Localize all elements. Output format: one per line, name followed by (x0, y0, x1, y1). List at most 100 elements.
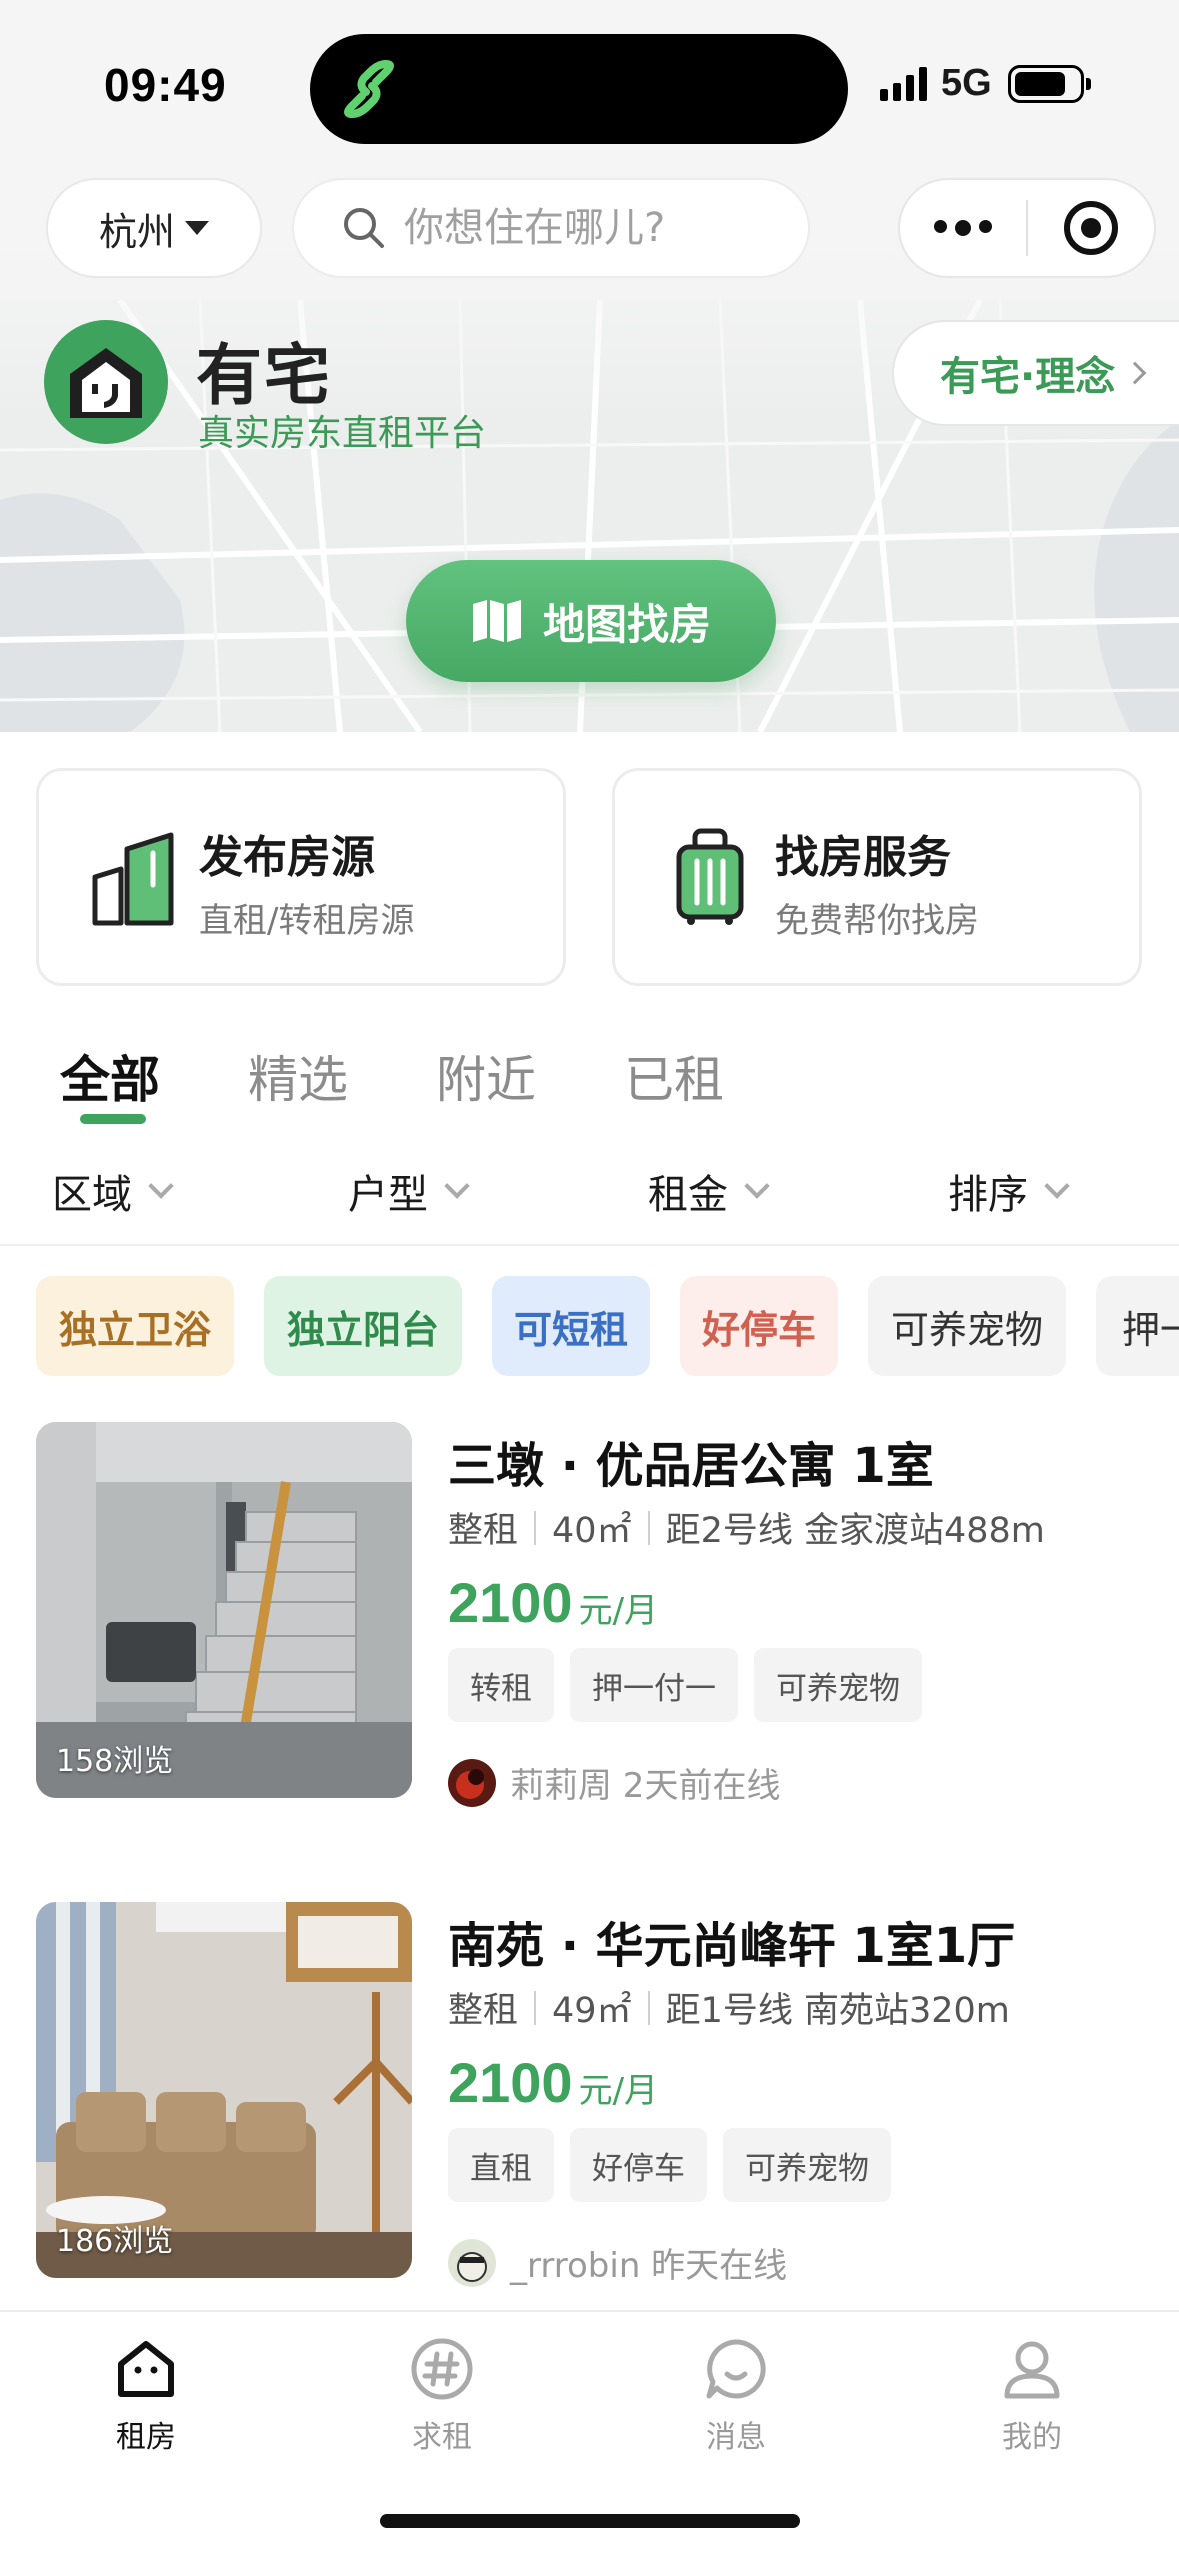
metro-distance: 距1号线 南苑站320m (665, 1991, 1010, 2031)
listing-tags: 转租 押一付一 可养宠物 (448, 1648, 922, 1722)
chip-private-balcony[interactable]: 独立阳台 (264, 1276, 462, 1376)
filter-area[interactable]: 区域 (52, 1162, 174, 1220)
battery-icon (1007, 64, 1091, 103)
listing-tag: 可养宠物 (723, 2128, 891, 2202)
service-title: 找房服务 (775, 832, 951, 883)
more-icon[interactable] (900, 220, 1026, 236)
listing-card[interactable]: 158浏览 三墩 · 优品居公寓 1室 整租 40㎡ 距2号线 金家渡站488m… (0, 1422, 1179, 1822)
filter-layout[interactable]: 户型 (348, 1162, 470, 1220)
home-indicator (380, 2514, 800, 2528)
listing-area: 40㎡ (552, 1511, 632, 1551)
filter-bar: 区域 户型 租金 排序 (0, 1148, 1179, 1242)
listing-title: 三墩 · 优品居公寓 1室 (448, 1438, 934, 1494)
listing-meta: 整租 49㎡ 距1号线 南苑站320m (448, 1982, 1010, 2033)
find-house-service-card[interactable]: 找房服务 免费帮你找房 (612, 768, 1142, 986)
concept-button[interactable]: 有宅·理念 (892, 320, 1179, 426)
status-time: 09:49 (104, 59, 227, 111)
feature-chip-row: 独立卫浴 独立阳台 可短租 好停车 可养宠物 押一 (36, 1276, 1179, 1376)
listing-photo: 158浏览 (36, 1422, 412, 1798)
rent-type: 整租 (448, 1991, 519, 2031)
listing-price: 2100 元/月 (448, 1570, 658, 1635)
tabbar-wanted[interactable]: 求租 (362, 2336, 522, 2456)
tabbar-label: 消息 (706, 2420, 766, 2455)
concept-label: 有宅·理念 (940, 354, 1116, 400)
chip-short-term[interactable]: 可短租 (492, 1276, 650, 1376)
listing-area: 49㎡ (552, 1991, 632, 2031)
suitcase-icon (676, 828, 744, 925)
chip-pets-allowed[interactable]: 可养宠物 (868, 1276, 1066, 1376)
view-count: 186浏览 (56, 2224, 174, 2259)
tab-label: 附近 (436, 1051, 536, 1109)
tabbar-label: 求租 (412, 2420, 472, 2455)
search-icon (344, 208, 384, 248)
brand-logo (44, 320, 168, 444)
house-logo-icon (70, 348, 142, 418)
landlord-info: _rrrobin 昨天在线 (448, 2238, 787, 2287)
landlord-status: 莉莉周 2天前在线 (510, 1766, 781, 1806)
divider (0, 1244, 1179, 1246)
chip-private-bathroom[interactable]: 独立卫浴 (36, 1276, 234, 1376)
search-bar[interactable] (292, 178, 810, 278)
close-target-icon[interactable] (1028, 201, 1154, 255)
signal-icon (880, 66, 927, 101)
avatar (448, 1758, 496, 1807)
link-icon (344, 59, 394, 119)
building-icon (92, 832, 174, 926)
person-icon (1004, 2341, 1060, 2399)
map-search-button[interactable]: 地图找房 (406, 560, 776, 682)
chip-deposit[interactable]: 押一 (1096, 1276, 1179, 1376)
price-unit: 元/月 (578, 2071, 659, 2111)
city-selector[interactable]: 杭州 (46, 178, 262, 278)
filter-label: 区域 (52, 1172, 132, 1218)
chevron-down-icon (744, 1173, 770, 1199)
tab-label: 精选 (248, 1051, 348, 1109)
rent-type: 整租 (448, 1511, 519, 1551)
filter-label: 租金 (648, 1172, 728, 1218)
chevron-down-icon (1044, 1173, 1070, 1199)
listing-card[interactable]: 186浏览 南苑 · 华元尚峰轩 1室1厅 整租 49㎡ 距1号线 南苑站320… (0, 1902, 1179, 2302)
chip-parking[interactable]: 好停车 (680, 1276, 838, 1376)
filter-sort[interactable]: 排序 (948, 1162, 1070, 1220)
listing-title: 南苑 · 华元尚峰轩 1室1厅 (448, 1918, 1016, 1974)
tabbar-rent[interactable]: 租房 (66, 2336, 226, 2456)
service-subtitle: 直租/转租房源 (199, 901, 415, 941)
active-tab-indicator (80, 1114, 146, 1124)
chevron-down-icon (148, 1173, 174, 1199)
tab-all[interactable]: 全部 (60, 1040, 160, 1124)
search-input[interactable] (404, 205, 784, 251)
filter-label: 排序 (948, 1172, 1028, 1218)
tabbar-profile[interactable]: 我的 (952, 2336, 1112, 2456)
metro-distance: 距2号线 金家渡站488m (665, 1511, 1045, 1551)
tab-label: 已租 (624, 1051, 724, 1109)
category-tabs: 全部 精选 附近 已租 (60, 1040, 724, 1124)
city-label: 杭州 (98, 209, 175, 254)
caret-down-icon (185, 221, 209, 235)
tab-featured[interactable]: 精选 (248, 1040, 348, 1112)
tabbar-label: 租房 (116, 2420, 176, 2455)
chevron-right-icon (1123, 361, 1147, 385)
view-count: 158浏览 (56, 1744, 174, 1779)
brand-slogan: 真实房东直租平台 (198, 413, 487, 454)
map-button-label: 地图找房 (542, 599, 711, 649)
listing-tag: 直租 (448, 2128, 554, 2202)
listing-tag: 押一付一 (570, 1648, 738, 1722)
tab-label: 全部 (60, 1051, 160, 1109)
avatar (448, 2238, 496, 2287)
tab-rented[interactable]: 已租 (624, 1040, 724, 1112)
tabbar-messages[interactable]: 消息 (656, 2336, 816, 2456)
house-icon (118, 2341, 174, 2397)
publish-listing-card[interactable]: 发布房源 直租/转租房源 (36, 768, 566, 986)
listing-price: 2100 元/月 (448, 2050, 658, 2115)
listing-photo: 186浏览 (36, 1902, 412, 2278)
filter-rent[interactable]: 租金 (648, 1162, 770, 1220)
price-value: 2100 (448, 1571, 573, 1634)
landlord-info: 莉莉周 2天前在线 (448, 1758, 780, 1807)
service-subtitle: 免费帮你找房 (775, 901, 979, 941)
listing-tag: 好停车 (570, 2128, 707, 2202)
listing-tag: 转租 (448, 1648, 554, 1722)
dynamic-island (310, 34, 848, 144)
network-label: 5G (941, 62, 992, 104)
tab-nearby[interactable]: 附近 (436, 1040, 536, 1112)
filter-label: 户型 (348, 1172, 428, 1218)
tabbar-label: 我的 (1002, 2420, 1062, 2455)
